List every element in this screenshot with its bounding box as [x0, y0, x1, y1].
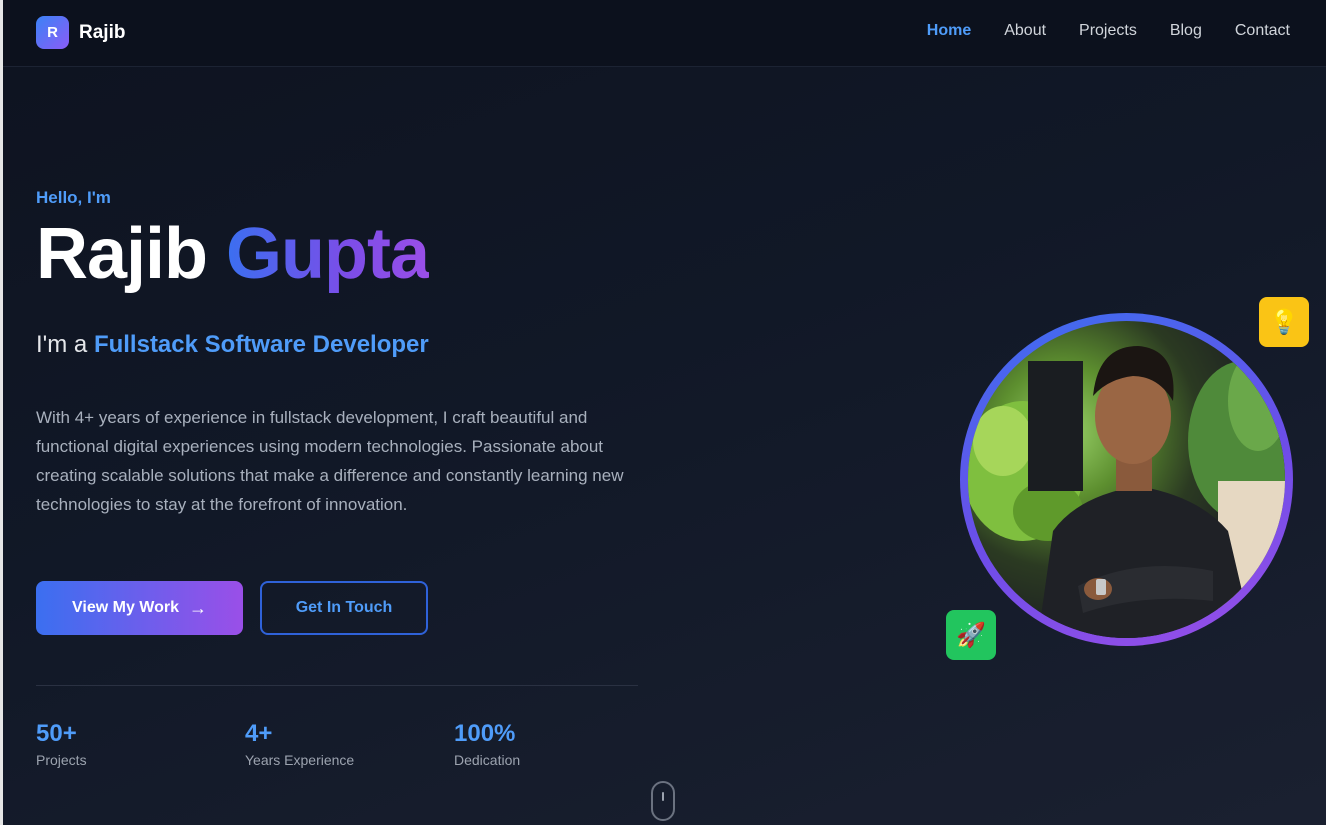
hero-first-name: Rajib: [36, 214, 208, 294]
view-my-work-button[interactable]: View My Work →: [36, 581, 243, 635]
nav-link-blog[interactable]: Blog: [1170, 22, 1202, 40]
rocket-icon: 🚀: [946, 610, 996, 660]
stat-projects: 50+ Projects: [36, 720, 87, 768]
stat-value: 100%: [454, 720, 516, 747]
nav-link-about[interactable]: About: [1004, 22, 1046, 40]
arrow-right-icon: →: [189, 597, 207, 618]
brand-name: Rajib: [79, 21, 126, 43]
stat-experience: 4+ Years Experience: [245, 720, 354, 768]
scroll-wheel: [662, 792, 664, 801]
stat-label: Projects: [36, 752, 87, 768]
hero-role: I'm a Fullstack Software Developer: [36, 331, 429, 359]
brand-logo[interactable]: R Rajib: [36, 16, 125, 49]
nav-link-home[interactable]: Home: [927, 22, 971, 40]
view-my-work-label: View My Work: [72, 599, 179, 616]
scroll-down-icon[interactable]: [651, 781, 675, 821]
nav-links: Home About Projects Blog Contact: [894, 22, 1290, 40]
stats-divider: [36, 685, 638, 686]
page: R Rajib Home About Projects Blog Contact…: [0, 0, 1326, 825]
nav-link-contact[interactable]: Contact: [1235, 22, 1290, 40]
profile-photo-illustration: [968, 346, 1285, 638]
hero-last-name: Gupta: [226, 214, 430, 294]
hero-name: Rajib Gupta: [36, 218, 430, 290]
stat-value: 50+: [36, 720, 77, 747]
profile-photo-ring: [960, 313, 1293, 646]
get-in-touch-button[interactable]: Get In Touch: [260, 581, 428, 635]
hero-greeting: Hello, I'm: [36, 188, 111, 207]
stat-label: Dedication: [454, 752, 521, 768]
brand-badge: R: [36, 16, 69, 49]
hero-description: With 4+ years of experience in fullstack…: [36, 408, 624, 514]
role-title: Fullstack Software Developer: [93, 331, 429, 358]
stat-value: 4+: [245, 720, 273, 747]
role-prefix: I'm a: [36, 331, 88, 358]
lightbulb-icon: 💡: [1259, 297, 1309, 347]
stat-label: Years Experience: [245, 752, 355, 768]
navbar: R Rajib Home About Projects Blog Contact: [3, 0, 1326, 67]
nav-link-projects[interactable]: Projects: [1079, 22, 1137, 40]
stat-dedication: 100% Dedication: [454, 720, 520, 768]
profile-photo: [968, 321, 1285, 638]
